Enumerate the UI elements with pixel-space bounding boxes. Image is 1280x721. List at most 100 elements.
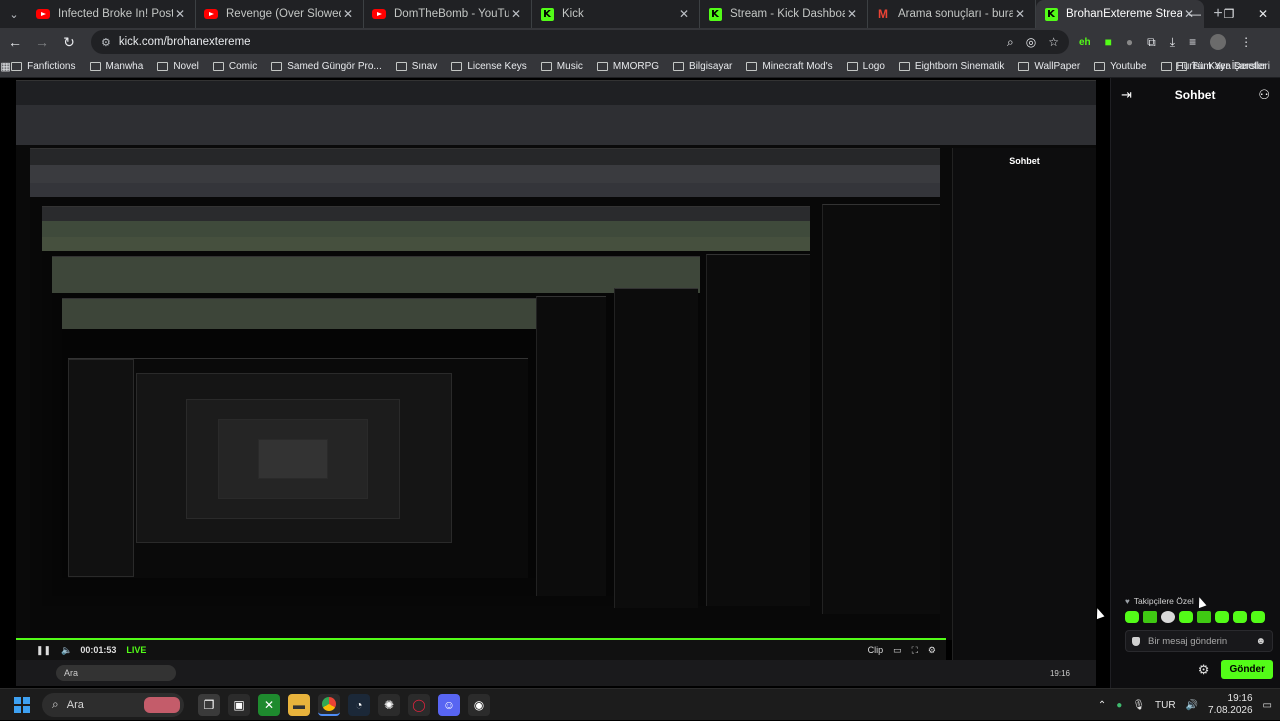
tab-4[interactable]: K Stream - Kick Dashboard✕ (700, 0, 868, 28)
clip-button[interactable]: Clip (868, 645, 884, 655)
chat-users-icon[interactable]: ⚇ (1258, 87, 1270, 103)
browser-toolbar: ← → ↻ ⚙ kick.com/brohanextereme ⌕ ◎ ☆ eh… (0, 28, 1280, 56)
tray-app-icon[interactable]: ● (1116, 700, 1122, 711)
stream-video-player[interactable]: Sohbet ❚❚ 🔈 00:01:53 LIVE Clip ▭ ⛶ ⚙ Ara… (0, 78, 1110, 688)
bookmark-folder[interactable]: Bilgisayar (673, 61, 732, 72)
followers-only-notice: ♥ Takipçilere Özel (1125, 596, 1194, 606)
kick-icon: K (540, 7, 554, 21)
close-tab-icon[interactable]: ✕ (173, 7, 187, 21)
bookmark-folder[interactable]: Samed Güngör Pro... (271, 61, 382, 72)
fullscreen-icon[interactable]: ⛶ (912, 645, 918, 656)
menu-kebab-icon[interactable]: ⋮ (1240, 35, 1252, 49)
bookmark-folder[interactable]: Youtube (1094, 61, 1147, 72)
bookmark-folder[interactable]: Logo (846, 61, 885, 72)
emote-icon[interactable] (1215, 611, 1229, 623)
close-tab-icon[interactable]: ✕ (1013, 7, 1027, 21)
task-view-icon[interactable]: ❐ (198, 693, 220, 716)
reload-icon[interactable]: ↻ (57, 34, 81, 51)
speaker-icon[interactable]: 🔊 (1186, 700, 1198, 711)
bookmark-folder[interactable]: Eightborn Sinematik (898, 61, 1004, 72)
bookmark-folder[interactable]: License Keys (451, 61, 527, 72)
opera-gx-icon[interactable]: ◯ (408, 693, 430, 716)
bookmark-star-icon[interactable]: ☆ (1048, 35, 1059, 49)
page-content: Sohbet ❚❚ 🔈 00:01:53 LIVE Clip ▭ ⛶ ⚙ Ara… (0, 78, 1280, 688)
windows-start-icon[interactable] (14, 696, 30, 713)
extensions-puzzle-icon[interactable]: ⧉ (1147, 35, 1156, 50)
emote-icon[interactable] (1143, 611, 1157, 623)
send-button[interactable]: Gönder (1221, 660, 1273, 679)
bookmark-folder[interactable]: Music (540, 61, 583, 72)
collapse-chat-icon[interactable]: ⇥ (1121, 87, 1132, 103)
tab-5[interactable]: M Arama sonuçları - burakaya112✕ (868, 0, 1036, 28)
steam-icon[interactable]: ◔ (348, 693, 370, 716)
close-tab-icon[interactable]: ✕ (845, 7, 859, 21)
volume-icon[interactable]: 🔈 (61, 645, 72, 656)
bookmark-folder[interactable]: Minecraft Mod's (746, 61, 833, 72)
emote-icon[interactable] (1197, 611, 1211, 623)
input-language[interactable]: TUR (1155, 700, 1176, 711)
settings-gear-icon[interactable]: ⚙ (928, 645, 936, 656)
chat-message-input[interactable]: Bir mesaj gönderin ☻ (1125, 630, 1273, 652)
emote-icon[interactable] (1125, 611, 1139, 623)
emote-icon[interactable] (1179, 611, 1193, 623)
store-icon[interactable]: ▣ (228, 693, 250, 716)
folder-icon (898, 62, 910, 71)
profile-avatar[interactable] (1210, 34, 1227, 50)
download-icon[interactable]: ⤓ (1170, 35, 1175, 50)
taskbar-clock[interactable]: 19:16 7.08.2026 (1208, 693, 1253, 717)
discord-icon[interactable]: ☺ (438, 693, 460, 716)
bookmark-folder[interactable]: Comic (212, 61, 257, 72)
settings-app-icon[interactable]: ✺ (378, 693, 400, 716)
close-tab-icon[interactable]: ✕ (677, 7, 691, 21)
extension-eh-icon[interactable]: eh (1079, 37, 1091, 48)
forward-icon[interactable]: → (30, 34, 54, 50)
bookmark-folder[interactable]: Manwha (89, 61, 143, 72)
minimize-icon[interactable]: — (1178, 0, 1212, 28)
xbox-icon[interactable]: ✕ (258, 693, 280, 716)
address-bar[interactable]: ⚙ kick.com/brohanextereme ⌕ ◎ ☆ (91, 30, 1069, 54)
microphone-icon[interactable]: 🎙 (1132, 700, 1145, 711)
tab-title: DomTheBomb - YouTube (394, 8, 509, 20)
tab-0[interactable]: Infected Broke In! Post-Apocaly✕ (28, 0, 196, 28)
site-info-icon[interactable]: ⚙ (101, 36, 111, 49)
emoji-icon[interactable]: ☻ (1255, 636, 1266, 647)
bookmark-folder[interactable]: MMORPG (596, 61, 659, 72)
emote-icon[interactable] (1251, 611, 1265, 623)
close-window-icon[interactable]: ✕ (1246, 0, 1280, 28)
bookmark-folder[interactable]: Fanfictions (11, 61, 76, 72)
tab-2[interactable]: DomTheBomb - YouTube✕ (364, 0, 532, 28)
bookmark-folder[interactable]: WallPaper (1018, 61, 1080, 72)
maximize-icon[interactable]: ❐ (1212, 0, 1246, 28)
eye-off-icon[interactable]: ◎ (1026, 35, 1036, 49)
search-icon: ⌕ (52, 697, 59, 711)
emote-icon[interactable] (1233, 611, 1247, 623)
zoom-icon[interactable]: ⌕ (1007, 35, 1014, 50)
taskbar-search[interactable]: ⌕ Ara (42, 692, 184, 717)
tab-1[interactable]: Revenge (Over Slowed) - YouTu✕ (196, 0, 364, 28)
all-bookmarks[interactable]: Tüm Yer İşaretleri (1175, 61, 1270, 72)
apps-grid-icon[interactable]: ▦ (0, 60, 11, 73)
close-tab-icon[interactable]: ✕ (509, 7, 523, 21)
tab-search-chevron-icon[interactable]: ⌄ (0, 0, 28, 28)
file-explorer-icon[interactable]: ▬ (288, 693, 310, 716)
close-tab-icon[interactable]: ✕ (341, 7, 355, 21)
emote-icon[interactable] (1161, 611, 1175, 623)
notifications-icon[interactable]: ▭ (1263, 700, 1272, 711)
bookmark-folder[interactable]: Sınav (395, 61, 437, 72)
chrome-icon[interactable] (318, 693, 340, 716)
tab-3[interactable]: K Kick ✕ (532, 0, 700, 28)
chat-settings-icon[interactable]: ⚙ (1198, 662, 1210, 678)
extension-icon[interactable]: ■ (1105, 35, 1112, 49)
bookmark-folder[interactable]: Novel (157, 61, 199, 72)
tray-chevron-icon[interactable]: ⌃ (1098, 700, 1106, 711)
obs-icon[interactable]: ◉ (468, 693, 490, 716)
extension-gray-icon[interactable]: ● (1126, 35, 1133, 49)
nested-chat-col-4 (822, 204, 940, 614)
media-control-icon[interactable]: ≡ (1189, 35, 1196, 49)
mouse-cursor-icon (1195, 595, 1207, 609)
tab-title: Stream - Kick Dashboard (730, 8, 845, 20)
search-highlight-icon (144, 696, 180, 713)
back-icon[interactable]: ← (3, 34, 27, 50)
theater-mode-icon[interactable]: ▭ (893, 645, 902, 656)
pause-icon[interactable]: ❚❚ (36, 645, 51, 656)
